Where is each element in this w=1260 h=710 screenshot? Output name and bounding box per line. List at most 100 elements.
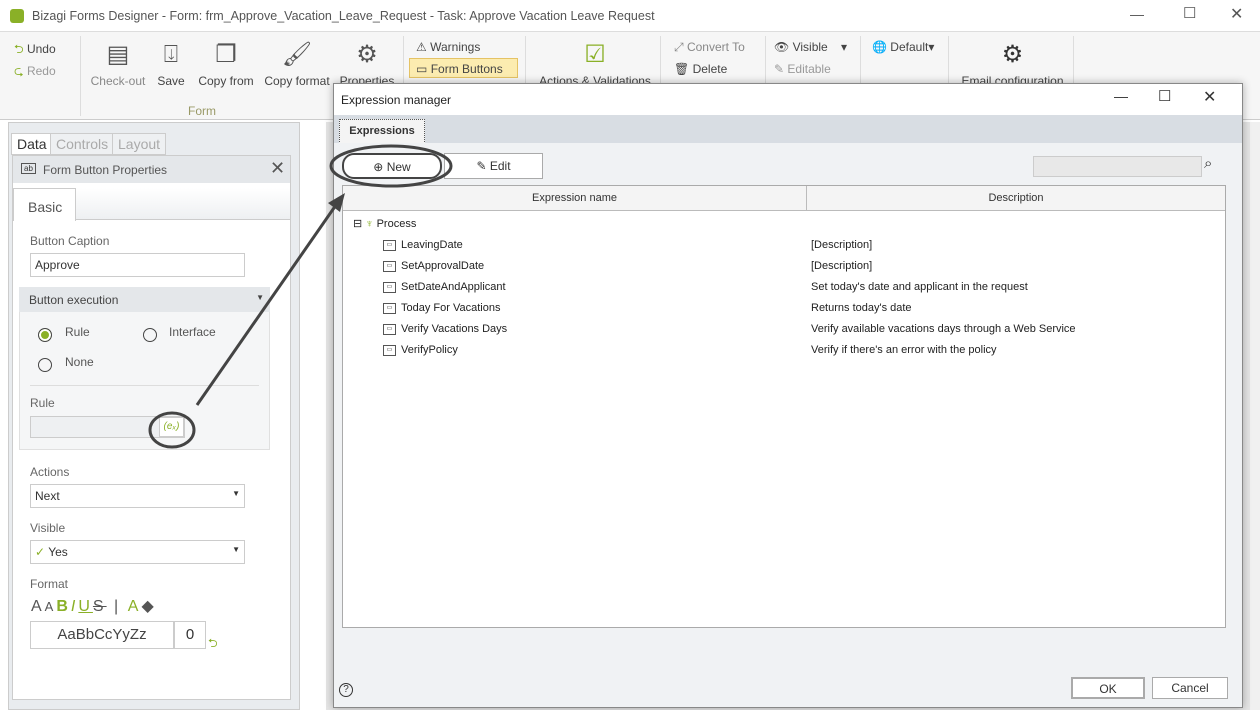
gear-icon: ⚙ <box>356 41 378 68</box>
copy-from-button[interactable]: ❐ Copy from <box>195 40 257 88</box>
expression-description: Set today's date and applicant in the re… <box>811 281 1028 293</box>
button-caption-input[interactable]: Approve <box>30 253 245 277</box>
redo-button[interactable]: ⮎ Redo <box>14 62 56 83</box>
maximize-icon[interactable]: ☐ <box>1158 87 1171 105</box>
textbox-icon: ab <box>21 163 36 174</box>
ok-button[interactable]: OK <box>1071 677 1145 699</box>
new-expression-button[interactable]: ⊕ New <box>342 153 442 179</box>
maximize-icon[interactable]: ☐ <box>1183 4 1196 22</box>
expression-row[interactable]: ▭ LeavingDate <box>383 235 463 256</box>
checkout-button[interactable]: ▤ Check-out <box>88 40 148 88</box>
form-buttons-icon: ▭ <box>416 62 428 76</box>
trash-icon: 🗑 <box>674 62 690 76</box>
expressions-grid: Expression name Description ⊟ ♆ Process … <box>342 185 1226 628</box>
delete-button[interactable]: 🗑 Delete <box>674 62 727 76</box>
copy-format-button[interactable]: 🖌 Copy format <box>262 40 332 88</box>
copy-icon: ❐ <box>215 41 237 68</box>
gear-icon: ⚙ <box>1001 41 1024 68</box>
panel-title: Form Button Properties <box>43 163 168 177</box>
check-icon: ☑ <box>584 41 606 68</box>
canvas-scrollbar[interactable] <box>1250 122 1260 710</box>
expression-row[interactable]: ▭ SetApprovalDate <box>383 256 484 277</box>
tab-layout[interactable]: Layout <box>112 133 167 155</box>
font-color-icon[interactable]: A <box>128 598 142 615</box>
eye-icon: 👁 <box>774 40 790 54</box>
plus-circle-icon: ⊕ <box>373 160 384 174</box>
email-configuration-button[interactable]: ⚙ Email configuration <box>955 40 1070 88</box>
visible-select[interactable]: ✓ Yes ▼ <box>30 540 245 564</box>
expression-editor-icon[interactable]: (eₓ) <box>159 417 184 437</box>
dropdown-arrow-icon: ▼ <box>232 545 240 554</box>
tab-controls[interactable]: Controls <box>50 133 115 155</box>
save-button[interactable]: ⍗ Save <box>154 40 188 88</box>
convert-to-button[interactable]: ⤢ Convert To <box>674 40 745 55</box>
format-preview: AaBbCcYyZz <box>30 621 174 649</box>
minimize-icon[interactable]: — <box>1114 88 1128 104</box>
save-icon: ⍗ <box>163 41 179 68</box>
fill-color-icon[interactable]: ◆ <box>141 598 156 615</box>
reset-icon[interactable]: ⮌ <box>208 634 218 655</box>
expression-description: [Description] <box>811 239 873 251</box>
column-header-name[interactable]: Expression name <box>343 186 807 211</box>
search-input[interactable] <box>1033 156 1202 177</box>
help-icon[interactable]: ? <box>339 683 353 697</box>
visible-button[interactable]: 👁 Visible ▾ <box>774 40 847 54</box>
undo-button[interactable]: ⮌ Undo <box>14 40 56 61</box>
form-buttons-button[interactable]: ▭ Form Buttons <box>409 58 518 78</box>
properties-button[interactable]: ⚙ Properties <box>337 40 397 88</box>
close-icon[interactable]: ✕ <box>1203 87 1216 107</box>
collapse-arrow-icon: ▼ <box>256 293 264 302</box>
actions-select[interactable]: Next ▼ <box>30 484 245 508</box>
default-language-button[interactable]: 🌐 Default▾ <box>872 40 934 54</box>
dialog-title: Expression manager <box>341 93 452 107</box>
expression-icon: ▭ <box>383 302 396 314</box>
radio-none[interactable] <box>38 358 52 372</box>
expression-icon: ▭ <box>383 281 396 293</box>
expression-description: Returns today's date <box>811 302 912 314</box>
warning-icon: ⚠ <box>416 40 427 54</box>
process-icon: ♆ <box>365 218 374 230</box>
button-execution-header[interactable]: Button execution ▼ <box>19 287 270 312</box>
underline-icon[interactable]: U <box>78 598 93 615</box>
window-title: Bizagi Forms Designer - Form: frm_Approv… <box>32 9 655 23</box>
expression-icon: ▭ <box>383 260 396 272</box>
group-label-form: Form <box>188 104 216 118</box>
expression-row[interactable]: ▭ Today For Vacations <box>383 298 500 319</box>
expression-row[interactable]: ▭ VerifyPolicy <box>383 340 458 361</box>
radio-rule[interactable] <box>38 328 52 342</box>
editable-button[interactable]: ✎ Editable <box>774 62 831 76</box>
expression-icon: ▭ <box>383 239 396 251</box>
font-size-up-icon[interactable]: A <box>31 598 45 615</box>
bold-icon[interactable]: B <box>56 598 71 615</box>
title-bar: Bizagi Forms Designer - Form: frm_Approv… <box>0 0 1260 32</box>
format-toolbar[interactable]: AABIUS | A◆ <box>31 596 157 616</box>
expression-icon: ▭ <box>383 344 396 356</box>
collapse-icon[interactable]: ⊟ <box>353 218 362 230</box>
search-icon[interactable]: ⌕ <box>1204 155 1212 172</box>
undo-icon: ⮌ <box>14 42 24 56</box>
tab-data[interactable]: Data <box>11 133 53 155</box>
close-icon[interactable]: ✕ <box>1230 4 1243 24</box>
font-size-input[interactable]: 0 <box>174 621 206 649</box>
button-caption-label: Button Caption <box>30 234 110 248</box>
warnings-button[interactable]: ⚠ Warnings <box>416 40 480 54</box>
tab-expressions[interactable]: Expressions <box>339 119 425 144</box>
expression-row[interactable]: ▭ SetDateAndApplicant <box>383 277 506 298</box>
minimize-icon[interactable]: — <box>1130 6 1144 22</box>
strikethrough-icon[interactable]: S <box>93 598 107 615</box>
redo-icon: ⮎ <box>14 64 24 78</box>
radio-interface[interactable] <box>143 328 157 342</box>
dropdown-arrow-icon: ▼ <box>232 489 240 498</box>
close-panel-icon[interactable]: ✕ <box>270 158 285 179</box>
font-size-down-icon[interactable]: A <box>45 599 57 614</box>
expression-row[interactable]: ▭ Verify Vacations Days <box>383 319 507 340</box>
cancel-button[interactable]: Cancel <box>1152 677 1228 699</box>
form-button-properties-panel: ab Form Button Properties ✕ Basic Button… <box>12 155 291 700</box>
actions-validations-button[interactable]: ☑ Actions & Validations <box>535 40 655 88</box>
tab-basic[interactable]: Basic <box>13 188 76 221</box>
edit-expression-button[interactable]: ✎ Edit <box>444 153 543 179</box>
column-header-description[interactable]: Description <box>807 186 1225 211</box>
brush-icon: 🖌 <box>281 41 313 68</box>
tree-root-process[interactable]: ⊟ ♆ Process <box>353 214 416 235</box>
check-icon: ✓ <box>35 545 46 559</box>
